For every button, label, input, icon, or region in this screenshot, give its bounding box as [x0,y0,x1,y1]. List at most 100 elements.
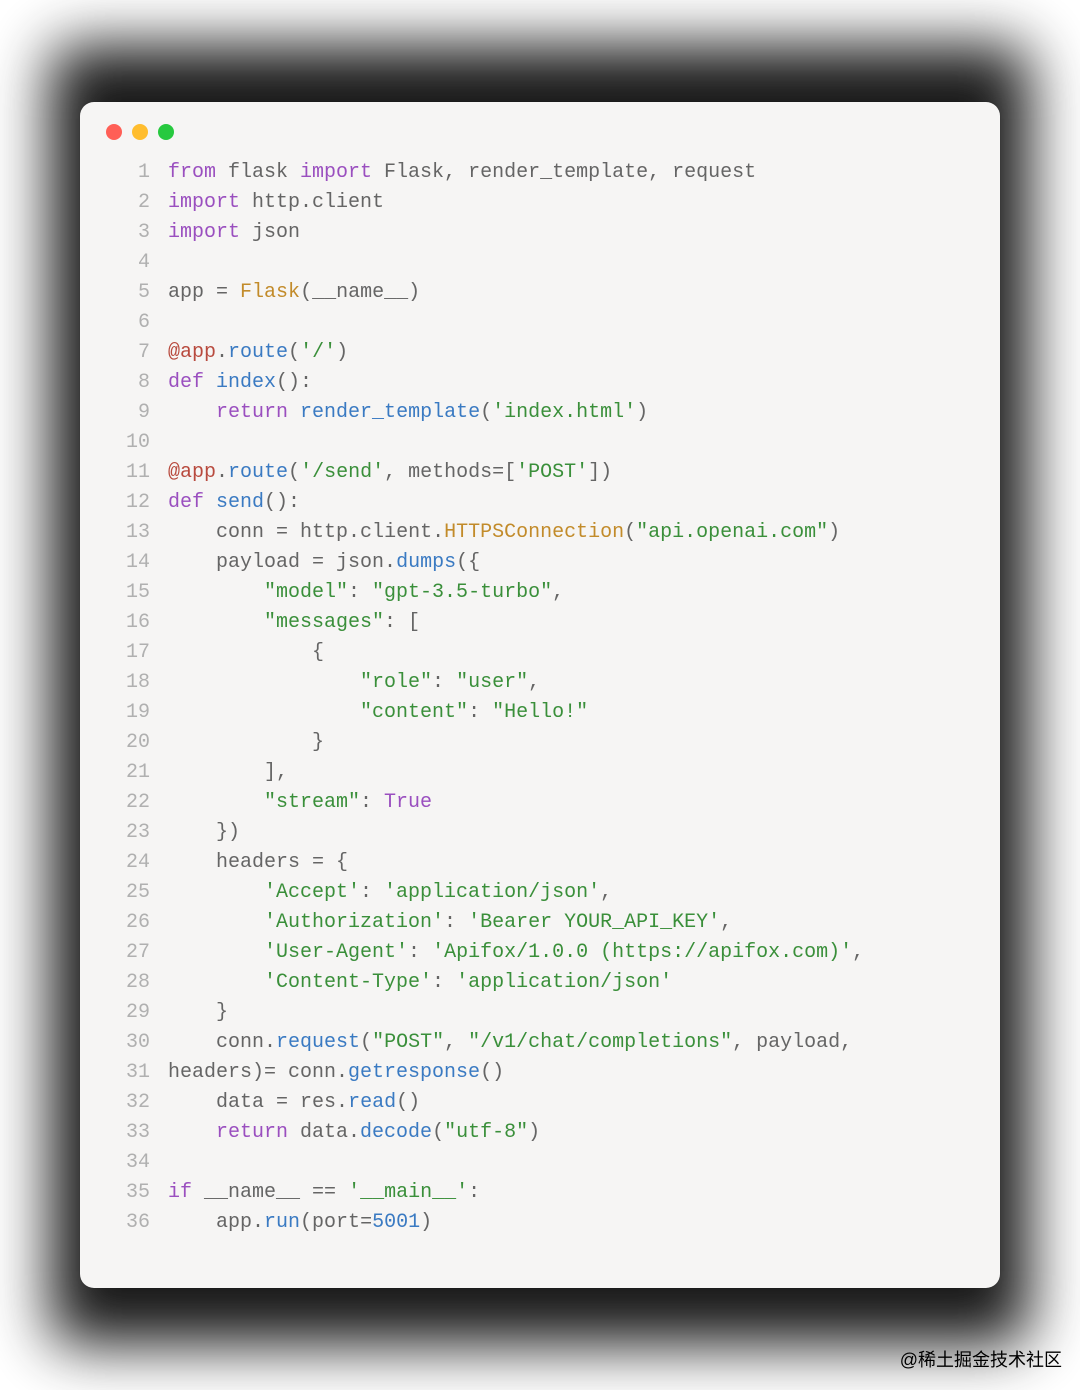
zoom-icon[interactable] [158,124,174,140]
line-number: 13 [80,518,168,548]
code-line: 5app = Flask(__name__) [80,278,960,308]
code-line: 8def index(): [80,368,960,398]
line-content: 'Accept': 'application/json', [168,878,960,908]
line-number: 28 [80,968,168,998]
code-line: 9 return render_template('index.html') [80,398,960,428]
code-line: 35if __name__ == '__main__': [80,1178,960,1208]
line-content: app = Flask(__name__) [168,278,960,308]
code-line: 36 app.run(port=5001) [80,1208,960,1238]
code-line: 1from flask import Flask, render_templat… [80,158,960,188]
line-content: conn.request("POST", "/v1/chat/completio… [168,1028,960,1058]
line-content: return data.decode("utf-8") [168,1118,960,1148]
line-content: "content": "Hello!" [168,698,960,728]
line-content: 'User-Agent': 'Apifox/1.0.0 (https://api… [168,938,960,968]
close-icon[interactable] [106,124,122,140]
code-line: 18 "role": "user", [80,668,960,698]
line-content: def send(): [168,488,960,518]
code-line: 3import json [80,218,960,248]
line-content: headers = { [168,848,960,878]
code-line: 17 { [80,638,960,668]
code-line: 20 } [80,728,960,758]
line-number: 29 [80,998,168,1028]
line-number: 16 [80,608,168,638]
line-number: 25 [80,878,168,908]
code-line: 23 }) [80,818,960,848]
line-number: 5 [80,278,168,308]
code-line: 15 "model": "gpt-3.5-turbo", [80,578,960,608]
line-number: 1 [80,158,168,188]
line-number: 30 [80,1028,168,1058]
line-number: 36 [80,1208,168,1238]
line-number: 35 [80,1178,168,1208]
line-content [168,248,960,278]
line-number: 4 [80,248,168,278]
line-content: { [168,638,960,668]
line-number: 10 [80,428,168,458]
code-line: 26 'Authorization': 'Bearer YOUR_API_KEY… [80,908,960,938]
line-content: }) [168,818,960,848]
line-content: import json [168,218,960,248]
line-content [168,1148,960,1178]
line-content: "messages": [ [168,608,960,638]
line-number: 12 [80,488,168,518]
line-number: 26 [80,908,168,938]
line-number: 18 [80,668,168,698]
line-content: @app.route('/send', methods=['POST']) [168,458,960,488]
line-number: 32 [80,1088,168,1118]
code-line: 22 "stream": True [80,788,960,818]
line-number: 21 [80,758,168,788]
line-number: 22 [80,788,168,818]
line-number: 17 [80,638,168,668]
code-line: 13 conn = http.client.HTTPSConnection("a… [80,518,960,548]
code-line: 19 "content": "Hello!" [80,698,960,728]
code-line: 29 } [80,998,960,1028]
code-line: 11@app.route('/send', methods=['POST']) [80,458,960,488]
code-window: 1from flask import Flask, render_templat… [80,102,1000,1288]
line-number: 19 [80,698,168,728]
line-number: 33 [80,1118,168,1148]
line-content [168,308,960,338]
code-line: 4 [80,248,960,278]
line-number: 14 [80,548,168,578]
line-content: headers)= conn.getresponse() [168,1058,960,1088]
line-content: ], [168,758,960,788]
code-line: 34 [80,1148,960,1178]
line-content: } [168,728,960,758]
code-line: 24 headers = { [80,848,960,878]
line-content: import http.client [168,188,960,218]
minimize-icon[interactable] [132,124,148,140]
line-content: } [168,998,960,1028]
line-content: from flask import Flask, render_template… [168,158,960,188]
code-line: 12def send(): [80,488,960,518]
code-line: 21 ], [80,758,960,788]
line-content: app.run(port=5001) [168,1208,960,1238]
line-content: def index(): [168,368,960,398]
line-number: 31 [80,1058,168,1088]
line-content: conn = http.client.HTTPSConnection("api.… [168,518,960,548]
line-number: 6 [80,308,168,338]
line-number: 20 [80,728,168,758]
line-number: 8 [80,368,168,398]
line-content: @app.route('/') [168,338,960,368]
line-content: 'Content-Type': 'application/json' [168,968,960,998]
line-number: 7 [80,338,168,368]
code-line: 2import http.client [80,188,960,218]
line-content: "model": "gpt-3.5-turbo", [168,578,960,608]
window-titlebar [80,102,1000,148]
line-number: 3 [80,218,168,248]
line-number: 15 [80,578,168,608]
line-number: 9 [80,398,168,428]
line-content: data = res.read() [168,1088,960,1118]
line-number: 34 [80,1148,168,1178]
line-number: 23 [80,818,168,848]
code-line: 25 'Accept': 'application/json', [80,878,960,908]
code-line: 16 "messages": [ [80,608,960,638]
line-content: payload = json.dumps({ [168,548,960,578]
code-block: 1from flask import Flask, render_templat… [80,148,1000,1238]
code-line: 28 'Content-Type': 'application/json' [80,968,960,998]
code-line: 31headers)= conn.getresponse() [80,1058,960,1088]
watermark: @稀土掘金技术社区 [900,1346,1062,1372]
line-content: return render_template('index.html') [168,398,960,428]
code-line: 10 [80,428,960,458]
line-number: 11 [80,458,168,488]
